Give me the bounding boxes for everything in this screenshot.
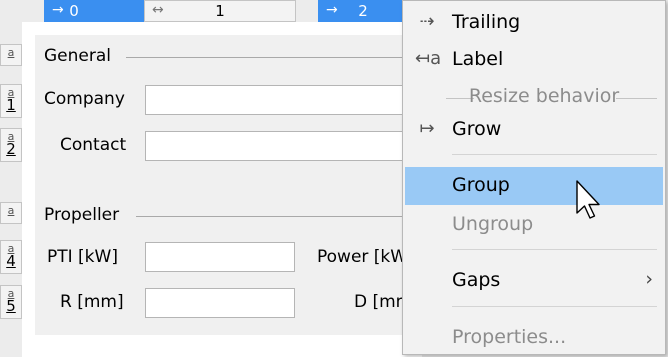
row-header-label: 2 bbox=[6, 140, 16, 158]
row-header-label: 5 bbox=[6, 297, 16, 315]
menu-separator bbox=[452, 249, 657, 250]
column-header-label: 1 bbox=[215, 2, 225, 20]
contact-label: Contact bbox=[60, 135, 127, 155]
resize-behavior-header: Resize behavior bbox=[403, 85, 665, 111]
pti-label: PTI [kW] bbox=[47, 247, 118, 267]
menu-item-label: Properties... bbox=[452, 326, 567, 348]
r-label: R [mm] bbox=[60, 292, 124, 312]
resize-behavior-title: Resize behavior bbox=[468, 85, 620, 107]
general-separator bbox=[126, 57, 416, 58]
menu-item-gaps[interactable]: Gaps › bbox=[403, 263, 665, 299]
column-header-2[interactable]: → 2 bbox=[318, 0, 408, 22]
row-header-3[interactable]: a bbox=[0, 202, 22, 224]
row-header-label: 4 bbox=[6, 252, 16, 270]
contact-field[interactable] bbox=[145, 131, 410, 161]
mouse-pointer-icon bbox=[576, 180, 600, 219]
menu-item-label: Group bbox=[452, 174, 510, 196]
menu-item-grow[interactable]: ↦ Grow bbox=[403, 112, 665, 148]
column-header-label: 2 bbox=[358, 2, 368, 20]
menu-item-label: Label bbox=[452, 48, 504, 70]
menu-item-label: Grow bbox=[452, 118, 502, 140]
propeller-separator bbox=[136, 216, 416, 217]
menu-separator bbox=[452, 154, 657, 155]
menu-separator bbox=[452, 306, 657, 307]
menu-item-label-item[interactable]: ↤a Label bbox=[403, 42, 665, 78]
label-icon: ↤a bbox=[415, 48, 442, 69]
column-header-1[interactable]: ↔ 1 bbox=[144, 0, 296, 22]
company-label: Company bbox=[44, 89, 125, 109]
row-header-1[interactable]: a 1 bbox=[0, 84, 22, 118]
column-header-label: 0 bbox=[69, 2, 79, 20]
menu-item-label: Gaps bbox=[452, 269, 501, 291]
menu-item-trailing[interactable]: ⇢ Trailing bbox=[403, 5, 665, 41]
chevron-right-icon: › bbox=[645, 268, 653, 290]
row-header-label: 1 bbox=[6, 96, 16, 114]
grow-icon: ↦ bbox=[419, 118, 435, 139]
row-header-4[interactable]: a 4 bbox=[0, 240, 22, 274]
pti-field[interactable] bbox=[145, 242, 295, 272]
menu-item-label: Trailing bbox=[452, 11, 521, 33]
row-header-0[interactable]: a bbox=[0, 44, 22, 66]
menu-item-properties: Properties... bbox=[403, 320, 665, 356]
text-align-icon: a bbox=[7, 204, 15, 217]
propeller-section-title: Propeller bbox=[44, 205, 120, 225]
arrow-right-icon: → bbox=[326, 2, 338, 18]
context-menu: ⇢ Trailing ↤a Label Resize behavior ↦ Gr… bbox=[402, 0, 666, 355]
column-header-0[interactable]: → 0 bbox=[44, 0, 144, 22]
company-field[interactable] bbox=[145, 85, 410, 115]
menu-item-group[interactable]: Group bbox=[405, 167, 663, 205]
menu-item-label: Ungroup bbox=[452, 213, 534, 235]
power-label: Power [kW] bbox=[317, 247, 414, 267]
r-field[interactable] bbox=[145, 288, 295, 318]
row-header-2[interactable]: a 2 bbox=[0, 128, 22, 162]
general-section-title: General bbox=[44, 46, 111, 66]
group-line-right bbox=[616, 98, 657, 99]
row-header-5[interactable]: a 5 bbox=[0, 285, 22, 319]
text-align-icon: a bbox=[7, 46, 15, 59]
trailing-icon: ⇢ bbox=[419, 11, 435, 32]
menu-item-ungroup: Ungroup bbox=[403, 207, 665, 243]
